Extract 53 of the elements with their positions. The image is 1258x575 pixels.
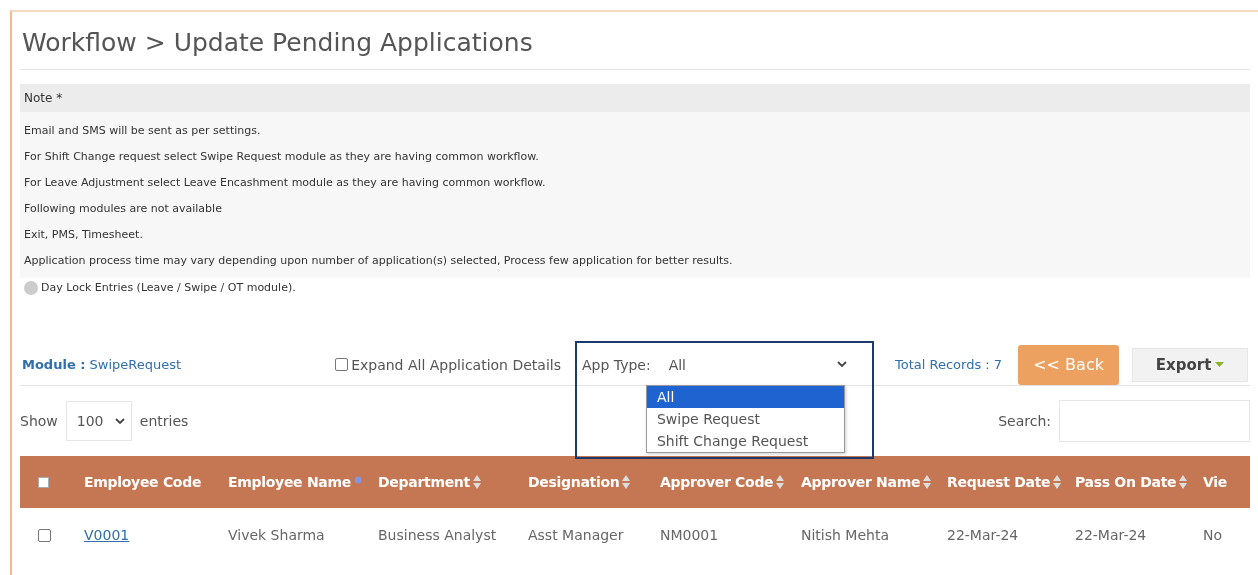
sort-icon[interactable] [776, 475, 785, 489]
column-header[interactable]: Vie [1203, 474, 1227, 490]
legend-text: Day Lock Entries (Leave / Swipe / OT module). [41, 280, 296, 296]
table-cell-text: No [1203, 527, 1224, 543]
note-heading: Note * [20, 84, 1250, 112]
page-title: Workflow > Update Pending Applications [20, 12, 1250, 70]
dropdown-option[interactable]: Shift Change Request [646, 429, 844, 452]
sort-icon[interactable] [472, 475, 481, 489]
sort-icon[interactable] [1179, 475, 1188, 489]
employee-code-link[interactable]: V0001 [84, 527, 130, 543]
column-header[interactable]: Request Date [947, 474, 1051, 490]
app-type-label: App Type: [581, 356, 651, 373]
page-size-select[interactable]: 100 [65, 401, 132, 441]
caret-icon [1215, 362, 1225, 367]
column-header[interactable]: Pass On Date [1075, 474, 1177, 490]
note-text: Following modules are not available [24, 201, 223, 217]
column-header[interactable]: Employee Code [84, 474, 202, 490]
table-cell-text: Vivek Sharma [228, 527, 326, 543]
column-header[interactable]: Approver Code [660, 474, 774, 490]
table-cell-text: Asst Manager [528, 527, 625, 543]
note-text: For Shift Change request select Swipe Request module as they are having common workflow. [24, 149, 540, 165]
chevron-icon [836, 361, 847, 368]
chevron-icon [114, 417, 125, 425]
dropdown-option[interactable]: All [646, 385, 844, 408]
sort-icon[interactable] [923, 475, 932, 489]
note-text: Email and SMS will be sent as per settings. [24, 123, 262, 139]
sort-icon[interactable] [622, 475, 631, 489]
row-checkbox[interactable] [38, 528, 51, 542]
column-header[interactable]: Designation [528, 474, 620, 490]
column-header[interactable]: Department [378, 474, 470, 490]
search-field[interactable] [1059, 400, 1250, 442]
total-records: Total Records : 7 [894, 357, 1003, 372]
column-header[interactable]: Employee Name [228, 474, 351, 490]
sort-icon[interactable] [1053, 475, 1062, 489]
back-button[interactable]: << Back [1018, 344, 1120, 385]
note-text: Exit, PMS, Timesheet. [24, 227, 144, 243]
table-cell-text: Nitish Mehta [801, 527, 890, 543]
search-label: Search: [998, 413, 1051, 429]
column-header[interactable]: Approver Name [801, 474, 921, 490]
note-text: Application process time may vary depending upon number of application(s) selected, Process few application for better results. [24, 253, 734, 269]
show-label: Show [20, 413, 58, 429]
entries-label: entries [139, 413, 189, 429]
expand-label: Expand All Application Details [351, 356, 561, 373]
table-cell-text: Business Analyst [378, 527, 498, 543]
export-button[interactable]: Export [1132, 347, 1249, 382]
expand-checkbox[interactable] [335, 358, 349, 371]
note-text: For Leave Adjustment select Leave Encashment module as they are having common workflow. [24, 175, 547, 191]
table-cell-text: 22-Mar-24 [947, 527, 1020, 543]
module-text: Module : SwipeRequest [22, 357, 182, 372]
select-all-checkbox[interactable] [38, 476, 49, 488]
table-cell-text: 22-Mar-24 [1075, 527, 1148, 543]
dropdown-option[interactable]: Swipe Request [646, 407, 844, 430]
table-cell-text: NM0001 [660, 527, 720, 543]
